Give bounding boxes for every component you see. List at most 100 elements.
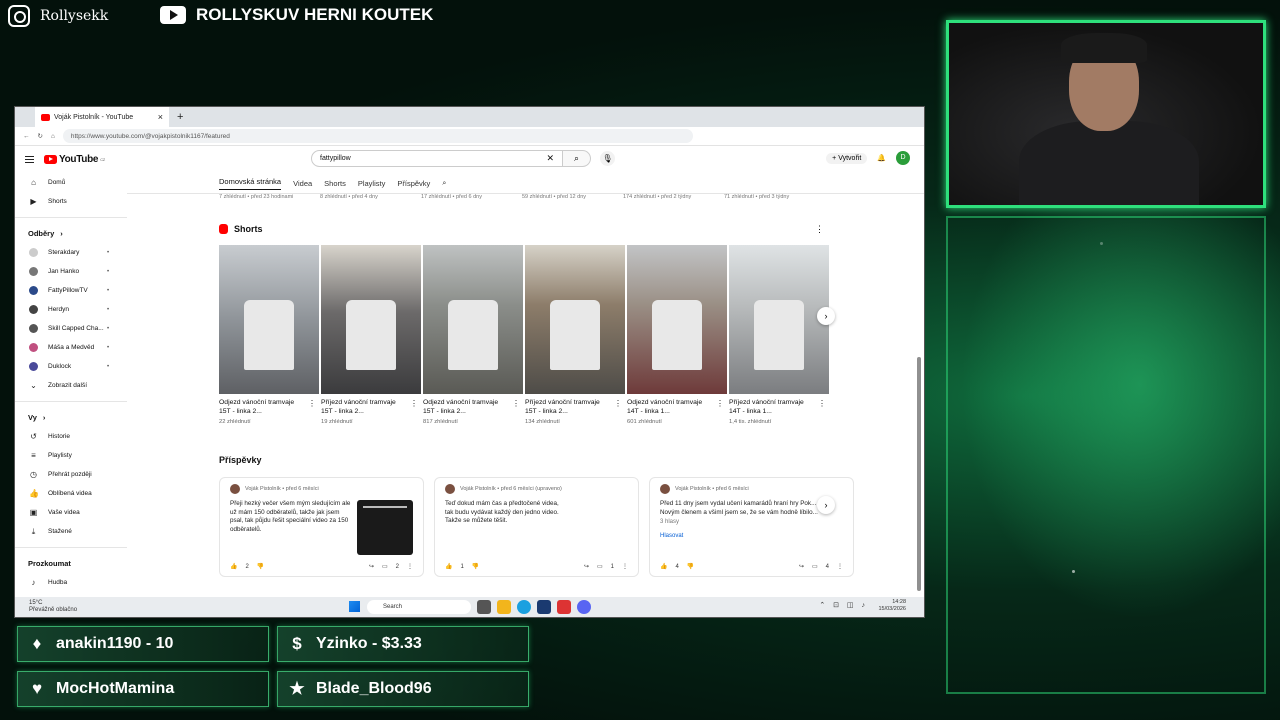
back-icon[interactable]: ←: [23, 133, 30, 140]
show-more-button[interactable]: ⌄ Zobrazit další: [15, 376, 127, 395]
share-icon[interactable]: ↪: [584, 563, 589, 570]
sidebar-item-home[interactable]: ⌂ Domů: [15, 173, 127, 192]
home-browser-icon[interactable]: ⌂: [51, 133, 55, 140]
shorts-more-icon[interactable]: ⋮: [815, 224, 824, 235]
sidebar-subscription[interactable]: Sterakdary •: [15, 243, 127, 262]
dislike-icon[interactable]: 👎: [257, 563, 264, 570]
like-icon[interactable]: 👍: [230, 563, 237, 570]
post-card[interactable]: Voják Pistolník • před 6 měsíci (upraven…: [434, 477, 639, 577]
dislike-icon[interactable]: 👎: [687, 563, 694, 570]
posts-next-button[interactable]: ›: [817, 496, 835, 514]
sidebar-subscription[interactable]: Skill Capped Cha... •: [15, 319, 127, 338]
search-button[interactable]: ⌕: [563, 150, 591, 167]
tab-channel[interactable]: Playlisty: [358, 179, 386, 188]
discord-icon[interactable]: [577, 600, 591, 614]
voice-search-icon[interactable]: 🎙: [600, 151, 615, 166]
tab-channel[interactable]: Příspěvky: [397, 179, 430, 188]
comment-icon[interactable]: ▭: [597, 563, 603, 570]
app-icon[interactable]: [557, 600, 571, 614]
sidebar-subscription[interactable]: Jan Hanko •: [15, 262, 127, 281]
menu-icon[interactable]: [25, 155, 34, 163]
task-view-icon[interactable]: [477, 600, 491, 614]
new-tab-icon[interactable]: +: [177, 111, 183, 123]
sidebar-item-playlist[interactable]: ≡ Playlisty: [15, 446, 127, 465]
clear-search-icon[interactable]: ✕: [546, 153, 554, 164]
sidebar-subscription[interactable]: Duklock •: [15, 357, 127, 376]
short-thumbnail[interactable]: [525, 245, 625, 394]
share-icon[interactable]: ↪: [799, 563, 804, 570]
sidebar-item-video[interactable]: ▣ Vaše videa: [15, 503, 127, 522]
short-thumbnail[interactable]: [627, 245, 727, 394]
short-title[interactable]: Příjezd vánoční tramvaje 15T - linka 2..…: [525, 399, 625, 417]
short-title[interactable]: Odjezd vánoční tramvaje 15T - linka 2...…: [219, 399, 319, 417]
short-card[interactable]: Příjezd vánoční tramvaje 15T - linka 2..…: [321, 245, 421, 425]
sidebar-item-history[interactable]: ↺ Historie: [15, 427, 127, 446]
post-card[interactable]: Voják Pistolník • před 6 měsíci Přeji hez…: [219, 477, 424, 577]
youtube-logo[interactable]: YouTube CZ: [44, 154, 105, 165]
tab-channel[interactable]: Shorts: [324, 179, 346, 188]
channel-search-icon[interactable]: ⌕: [442, 178, 446, 188]
dislike-icon[interactable]: 👎: [472, 563, 479, 570]
vote-button[interactable]: Hlasovat: [660, 533, 843, 539]
short-card[interactable]: Odjezd vánoční tramvaje 14T - linka 1...…: [627, 245, 727, 425]
close-tab-icon[interactable]: ×: [158, 112, 163, 122]
more-options-icon[interactable]: ⋮: [308, 399, 316, 409]
more-options-icon[interactable]: ⋮: [716, 399, 724, 409]
short-card[interactable]: Příjezd vánoční tramvaje 15T - linka 2..…: [525, 245, 625, 425]
post-card[interactable]: Voják Pistolník • před 6 měsíci Před 11 d…: [649, 477, 854, 577]
post-image[interactable]: [357, 500, 413, 555]
you-header[interactable]: Vy ›: [15, 408, 127, 427]
steam-icon[interactable]: [537, 600, 551, 614]
taskbar-search[interactable]: Search: [367, 600, 471, 614]
short-thumbnail[interactable]: [423, 245, 523, 394]
tab-channel[interactable]: Domovská stránka: [219, 177, 282, 190]
subscriptions-header[interactable]: Odběry ›: [15, 224, 127, 243]
sidebar-subscription[interactable]: FattyPillowTV •: [15, 281, 127, 300]
edge-icon[interactable]: [517, 600, 531, 614]
sidebar-item-shorts[interactable]: ▶ Shorts: [15, 192, 127, 211]
short-card[interactable]: Příjezd vánoční tramvaje 14T - linka 1..…: [729, 245, 829, 425]
sidebar-item-music[interactable]: ♪ Hudba: [15, 573, 127, 592]
page-scrollbar[interactable]: [917, 357, 921, 591]
comment-icon[interactable]: ▭: [812, 563, 818, 570]
sidebar-item-download[interactable]: ⤓ Stažené: [15, 522, 127, 541]
create-button[interactable]: + Vytvořit: [826, 152, 868, 164]
weather-widget[interactable]: 15°C Převážně oblačno: [29, 600, 77, 613]
sidebar-item-clock[interactable]: ◷ Přehrát později: [15, 465, 127, 484]
short-card[interactable]: Odjezd vánoční tramvaje 15T - linka 2...…: [423, 245, 523, 425]
shorts-next-button[interactable]: ›: [817, 307, 835, 325]
short-title[interactable]: Příjezd vánoční tramvaje 15T - linka 2..…: [321, 399, 421, 417]
short-thumbnail[interactable]: [321, 245, 421, 394]
avatar[interactable]: [230, 484, 240, 494]
sidebar-subscription[interactable]: Máša a Medvěd •: [15, 338, 127, 357]
sidebar-subscription[interactable]: Herdyn •: [15, 300, 127, 319]
more-options-icon[interactable]: ⋮: [622, 563, 628, 570]
share-icon[interactable]: ↪: [369, 563, 374, 570]
short-title[interactable]: Příjezd vánoční tramvaje 14T - linka 1..…: [729, 399, 829, 417]
like-icon[interactable]: 👍: [660, 563, 667, 570]
more-options-icon[interactable]: ⋮: [614, 399, 622, 409]
url-field[interactable]: https://www.youtube.com/@vojakpistolnik1…: [62, 129, 693, 143]
avatar[interactable]: [660, 484, 670, 494]
short-card[interactable]: Odjezd vánoční tramvaje 15T - linka 2...…: [219, 245, 319, 425]
more-options-icon[interactable]: ⋮: [837, 563, 843, 570]
more-options-icon[interactable]: ⋮: [410, 399, 418, 409]
short-title[interactable]: Odjezd vánoční tramvaje 14T - linka 1...…: [627, 399, 727, 417]
short-thumbnail[interactable]: [219, 245, 319, 394]
windows-start-icon[interactable]: [349, 601, 360, 612]
notifications-icon[interactable]: 🔔: [877, 154, 886, 162]
more-options-icon[interactable]: ⋮: [407, 563, 413, 570]
system-tray-icons[interactable]: ⌃ ⊡ ◫ ♪: [819, 601, 868, 609]
more-options-icon[interactable]: ⋮: [512, 399, 520, 409]
reload-icon[interactable]: ↻: [38, 132, 43, 140]
clock[interactable]: 14:28 15/03/2026: [878, 599, 906, 613]
avatar[interactable]: D: [896, 151, 910, 165]
more-options-icon[interactable]: ⋮: [818, 399, 826, 409]
short-title[interactable]: Odjezd vánoční tramvaje 15T - linka 2...…: [423, 399, 523, 417]
search-input[interactable]: fattypillow ✕: [311, 150, 563, 167]
tab-channel[interactable]: Videa: [293, 179, 312, 188]
browser-tab[interactable]: Voják Pistolník - YouTube ×: [35, 107, 169, 127]
sidebar-item-like[interactable]: 👍 Oblíbená videa: [15, 484, 127, 503]
like-icon[interactable]: 👍: [445, 563, 452, 570]
file-explorer-icon[interactable]: [497, 600, 511, 614]
